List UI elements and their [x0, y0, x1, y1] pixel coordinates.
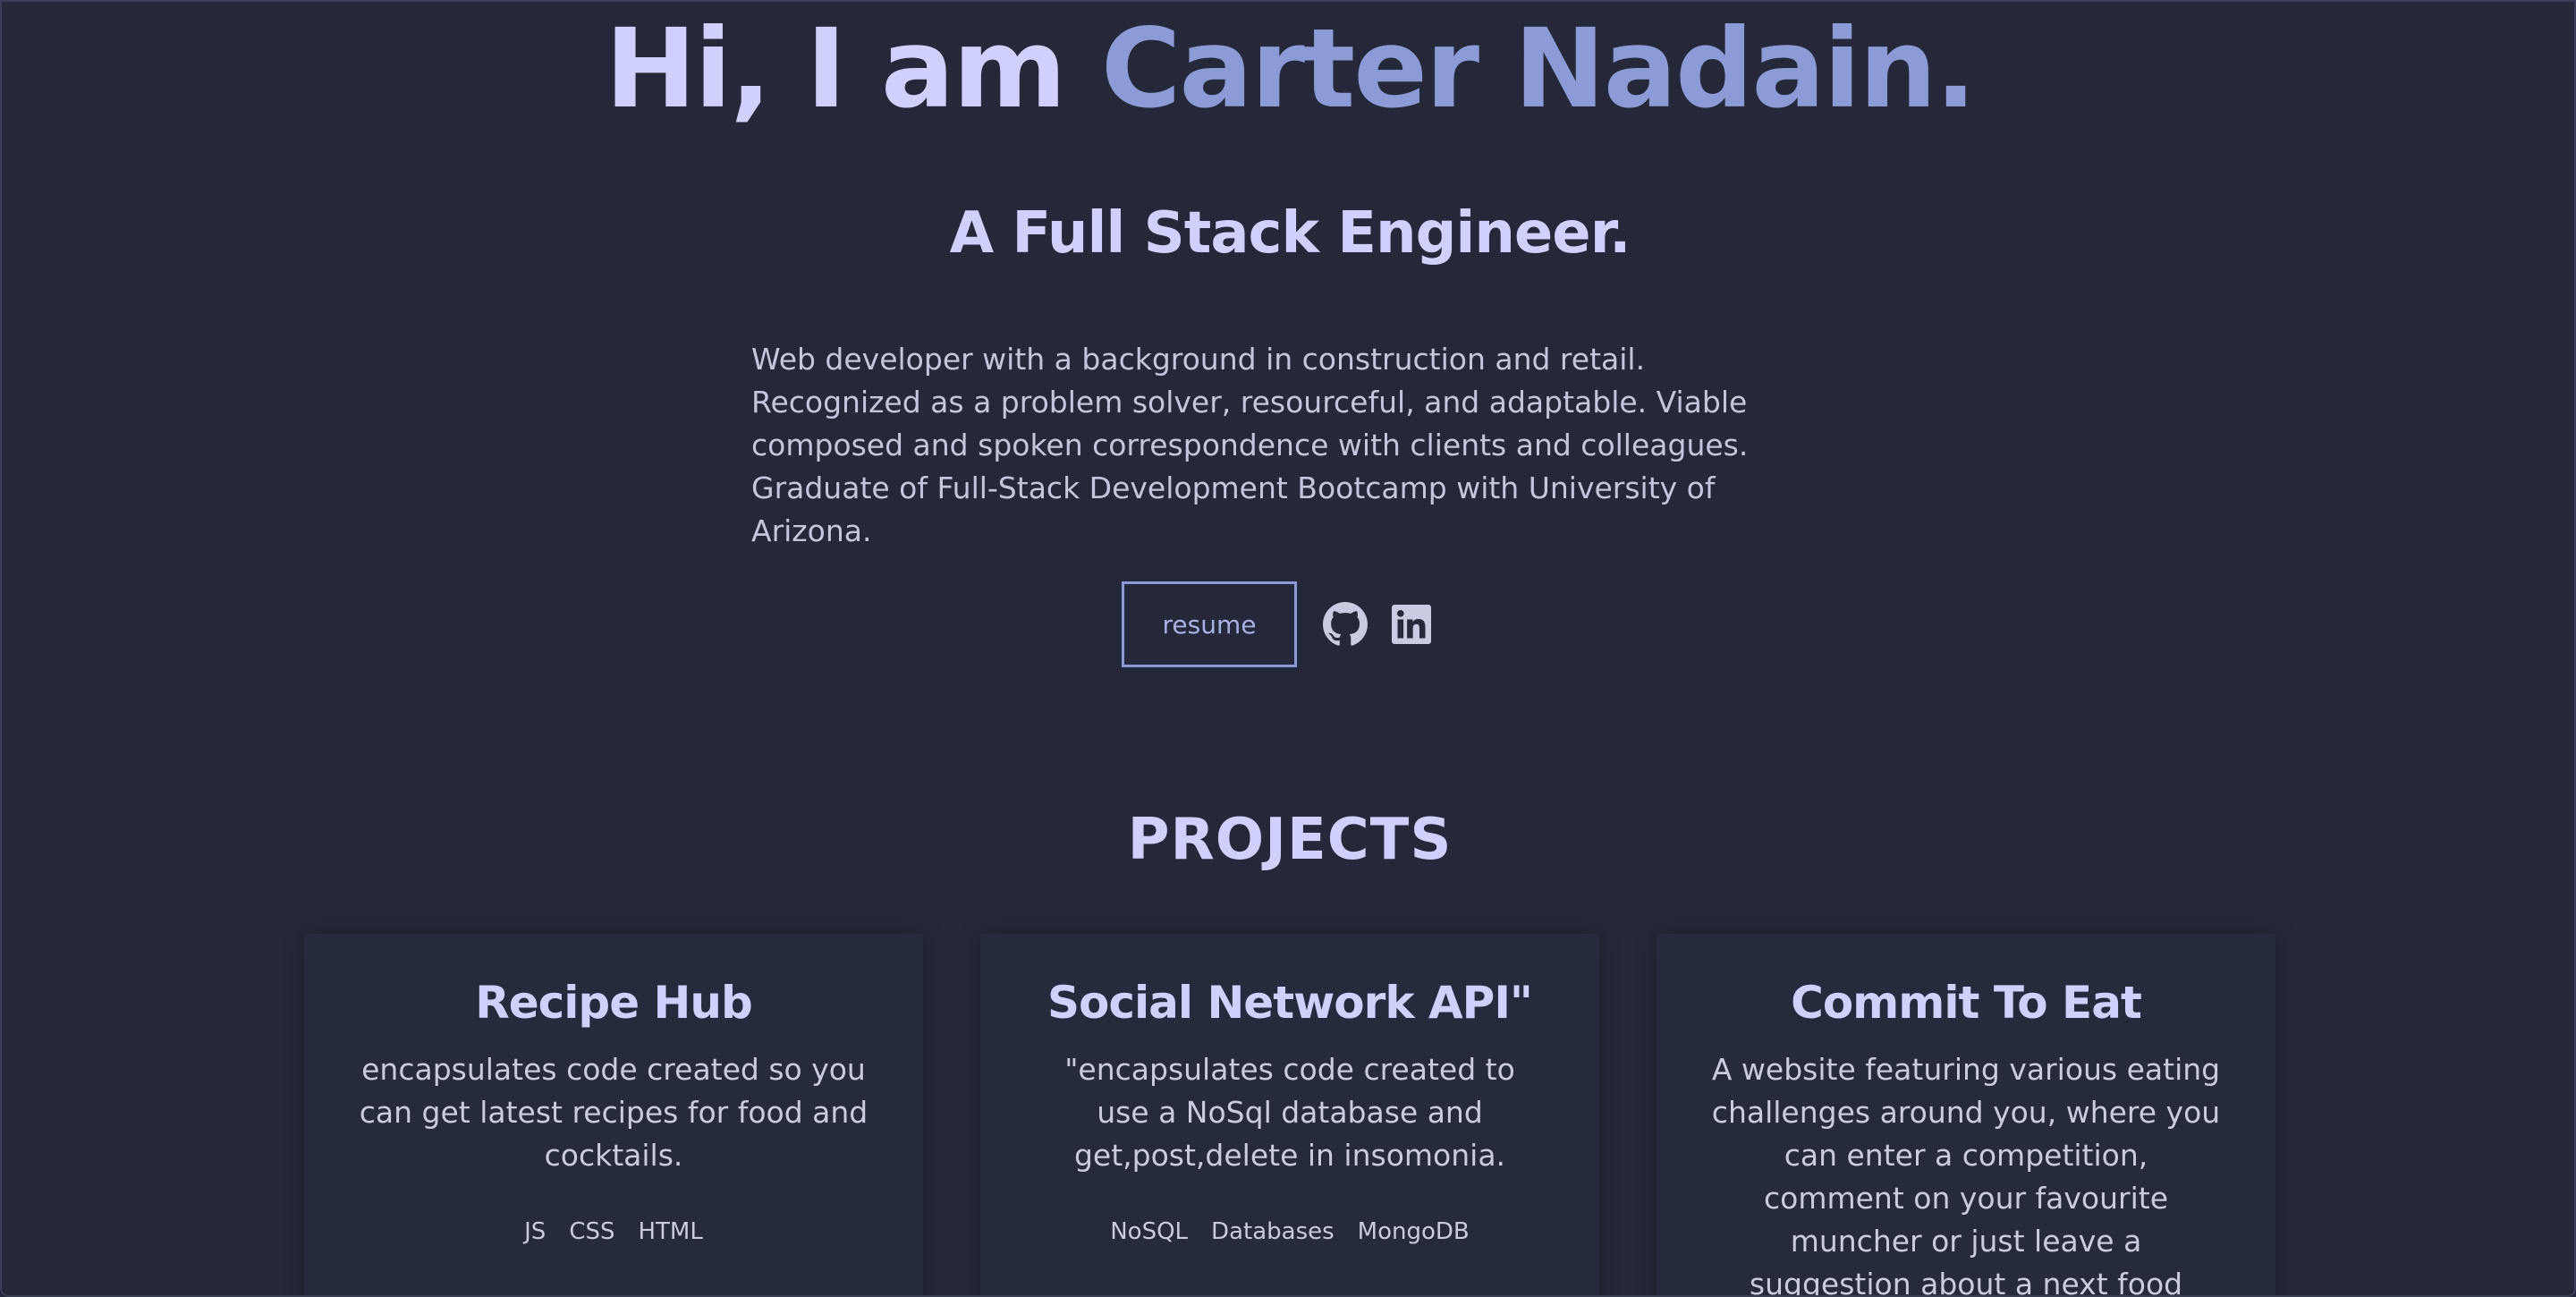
- hero-title: Hi, I am Carter Nadain.: [2, 2, 2574, 136]
- project-description: A website featuring various eating chall…: [1711, 1052, 2221, 1297]
- linkedin-icon[interactable]: [1388, 601, 1435, 648]
- project-description: encapsulates code created so you can get…: [359, 1052, 869, 1173]
- page-frame: Hi, I am Carter Nadain. A Full Stack Eng…: [0, 0, 2576, 1297]
- project-tag: CSS: [569, 1218, 615, 1245]
- resume-button[interactable]: resume: [1122, 581, 1297, 667]
- project-title: Commit To Eat: [1791, 977, 2142, 1029]
- project-tag: NoSQL: [1110, 1218, 1189, 1245]
- hero-bio: Web developer with a background in const…: [751, 342, 1749, 548]
- project-card-recipe-hub[interactable]: Recipe Hub encapsulates code created so …: [304, 934, 923, 1295]
- hero-name: Carter Nadain.: [1100, 5, 1977, 132]
- projects-heading: PROJECTS: [1127, 807, 1453, 873]
- project-title: Social Network API": [1047, 977, 1533, 1029]
- project-description: "encapsulates code created to use a NoSq…: [1064, 1052, 1515, 1173]
- project-card-social-network-api[interactable]: Social Network API" "encapsulates code c…: [980, 934, 1599, 1295]
- projects-list: Recipe Hub encapsulates code created so …: [304, 934, 2275, 1297]
- project-tag: JS: [524, 1218, 547, 1245]
- project-tags: JS CSS HTML: [358, 1218, 869, 1245]
- project-tag: HTML: [638, 1218, 703, 1245]
- project-title: Recipe Hub: [475, 977, 753, 1029]
- hero-subtitle: A Full Stack Engineer.: [949, 200, 1631, 267]
- github-icon[interactable]: [1322, 601, 1368, 648]
- project-tag: Databases: [1211, 1218, 1335, 1245]
- project-tag: MongoDB: [1357, 1218, 1470, 1245]
- project-tags: NoSQL Databases MongoDB: [1034, 1218, 1546, 1245]
- hero-greeting: Hi, I am: [605, 5, 1101, 132]
- project-card-commit-to-eat[interactable]: Commit To Eat A website featuring variou…: [1657, 934, 2275, 1297]
- hero-actions: resume: [1122, 581, 1454, 667]
